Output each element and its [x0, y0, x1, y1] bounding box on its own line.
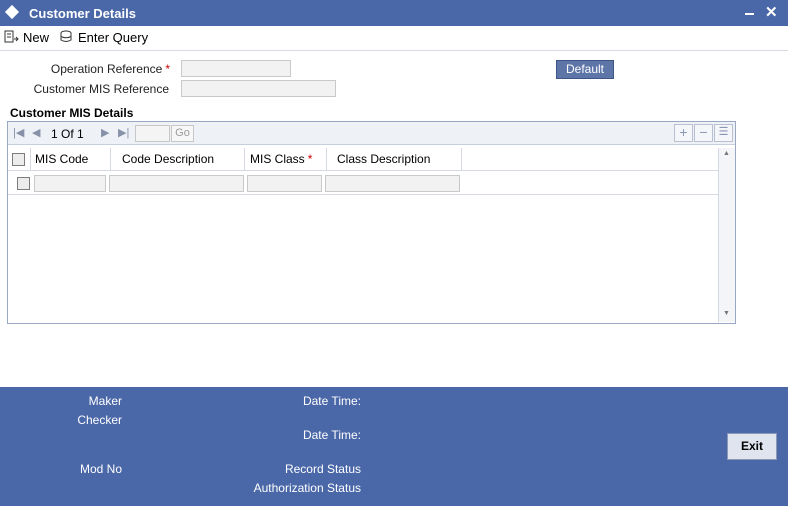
add-row-icon[interactable]: +: [674, 124, 693, 142]
checker-date-time-label: Date Time:: [302, 428, 361, 442]
mis-details-section-title: Customer MIS Details: [10, 106, 134, 120]
customer-mis-reference-input[interactable]: [181, 80, 336, 97]
audit-footer: Maker Checker Mod No Date Time: Date Tim…: [0, 387, 788, 506]
page-number-input[interactable]: [135, 125, 170, 142]
minimize-icon[interactable]: [745, 13, 754, 15]
authorization-status-label: Authorization Status: [253, 481, 361, 495]
enter-query-button[interactable]: Enter Query: [59, 28, 148, 46]
required-mark: *: [165, 62, 170, 76]
app-diamond-icon: [4, 4, 20, 20]
first-page-icon[interactable]: |◀: [13, 126, 24, 139]
scroll-down-icon[interactable]: ▼: [723, 310, 730, 317]
mis-details-grid: |◀ ◀ 1 Of 1 ▶ ▶| Go + − ☰ MIS Code Code …: [7, 121, 736, 324]
view-rows-icon[interactable]: ☰: [714, 124, 733, 142]
window-title: Customer Details: [29, 6, 136, 21]
toolbar: New Enter Query: [0, 26, 788, 51]
column-header-code-description[interactable]: Code Description: [107, 148, 245, 170]
go-button[interactable]: Go: [171, 125, 194, 142]
customer-mis-reference-label: Customer MIS Reference: [33, 82, 169, 96]
exit-button[interactable]: Exit: [727, 433, 777, 460]
page-indicator: 1 Of 1: [51, 127, 84, 141]
delete-row-icon[interactable]: −: [694, 124, 713, 142]
scroll-up-icon[interactable]: ▲: [723, 150, 730, 157]
new-button[interactable]: New: [4, 28, 49, 46]
mod-no-label: Mod No: [79, 462, 122, 476]
operation-reference-label: Operation Reference *: [50, 62, 170, 76]
query-icon: [60, 30, 72, 42]
mis-code-input[interactable]: [34, 175, 106, 192]
close-icon[interactable]: ✕: [765, 3, 778, 21]
maker-date-time-label: Date Time:: [302, 394, 361, 408]
title-bar: Customer Details ✕: [0, 0, 788, 26]
select-all-cell: [8, 148, 31, 170]
mis-class-input[interactable]: [247, 175, 322, 192]
row-checkbox[interactable]: [17, 177, 30, 190]
maker-label: Maker: [88, 394, 122, 408]
default-button[interactable]: Default: [556, 60, 614, 79]
column-header-mis-class[interactable]: MIS Class *: [246, 148, 327, 170]
table-row: [8, 171, 718, 195]
enter-query-label: Enter Query: [78, 29, 149, 45]
record-status-label: Record Status: [284, 462, 361, 476]
vertical-scrollbar[interactable]: ▲ ▼: [718, 148, 735, 322]
grid-toolbar: |◀ ◀ 1 Of 1 ▶ ▶| Go + − ☰: [8, 122, 735, 145]
new-label: New: [23, 29, 50, 45]
class-description-input[interactable]: [325, 175, 460, 192]
grid-header: MIS Code Code Description MIS Class * Cla…: [8, 148, 718, 171]
operation-reference-input[interactable]: [181, 60, 291, 77]
new-document-icon: [4, 30, 19, 43]
code-description-input[interactable]: [109, 175, 244, 192]
column-header-mis-code[interactable]: MIS Code: [31, 148, 111, 170]
previous-page-icon[interactable]: ◀: [32, 126, 40, 139]
checker-label: Checker: [77, 413, 122, 427]
next-page-icon[interactable]: ▶: [101, 126, 109, 139]
required-mark: *: [307, 152, 313, 166]
last-page-icon[interactable]: ▶|: [118, 126, 129, 139]
column-header-class-description[interactable]: Class Description: [323, 148, 462, 170]
select-all-checkbox[interactable]: [12, 153, 25, 166]
